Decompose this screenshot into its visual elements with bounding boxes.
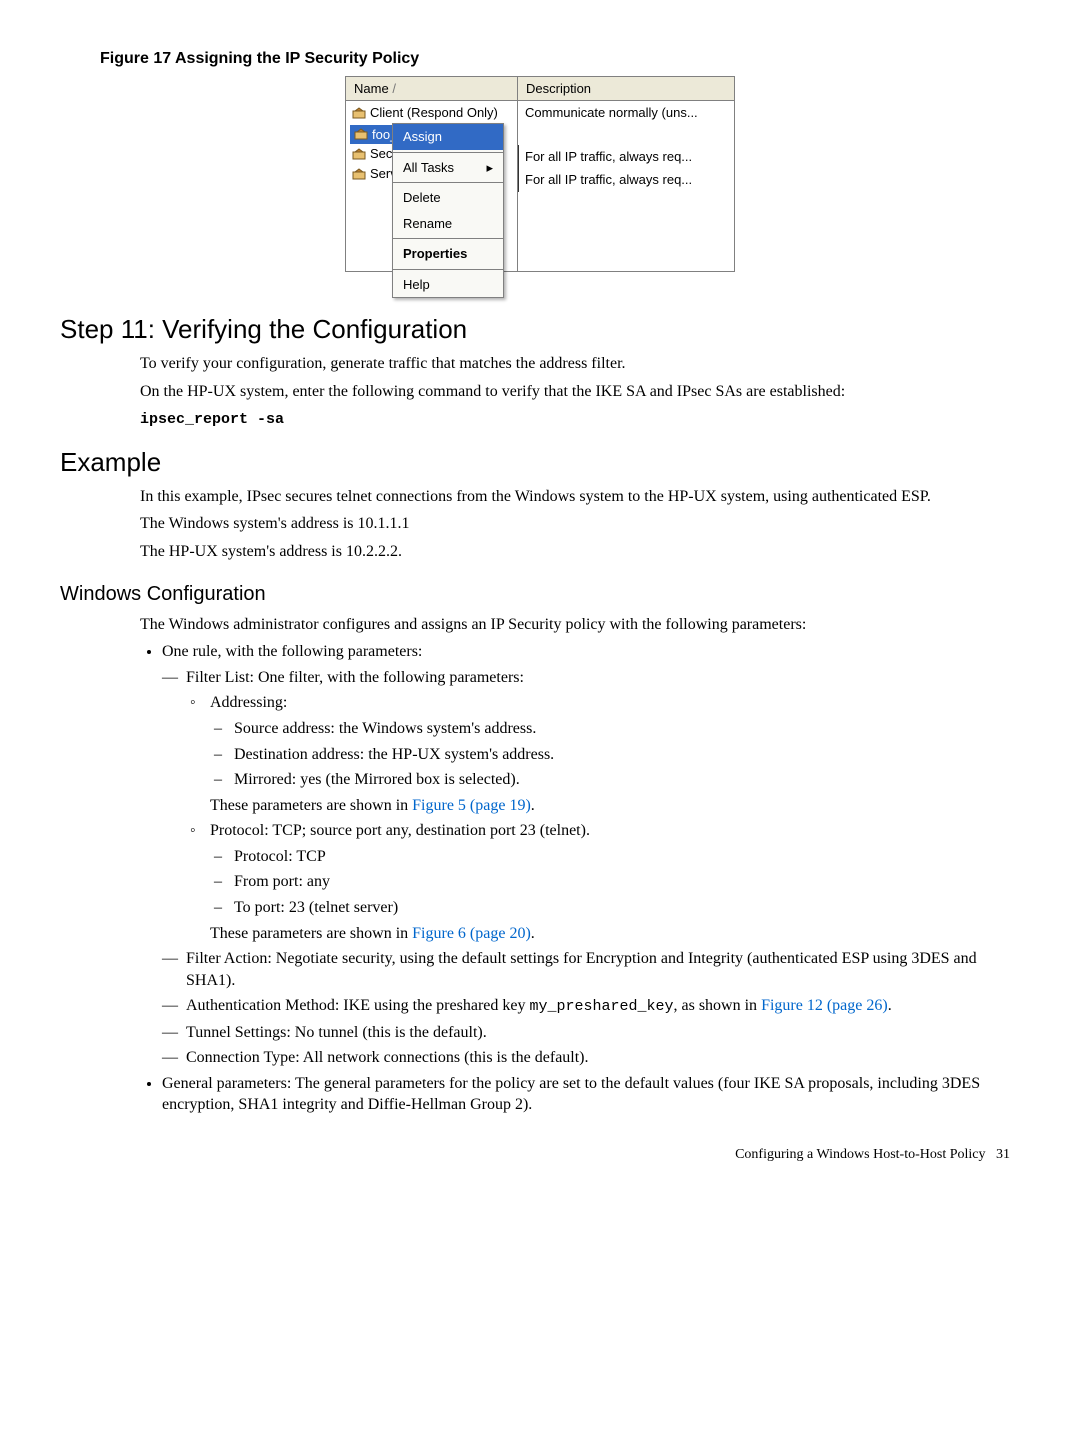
page-number: 31 bbox=[996, 1147, 1010, 1162]
menu-label: All Tasks bbox=[403, 160, 454, 175]
menu-item-all-tasks[interactable]: All Tasks ▸ bbox=[393, 155, 503, 181]
list-item: Protocol: TCP; source port any, destinat… bbox=[210, 820, 1000, 944]
text: . bbox=[531, 797, 535, 814]
column-header-description[interactable]: Description bbox=[518, 76, 735, 101]
list-item: Addressing: Source address: the Windows … bbox=[210, 692, 1000, 816]
menu-item-properties[interactable]: Properties bbox=[393, 241, 503, 267]
menu-separator bbox=[393, 182, 503, 183]
figure-link-6[interactable]: Figure 6 (page 20) bbox=[412, 925, 531, 942]
list-item: Filter List: One filter, with the follow… bbox=[186, 667, 1000, 945]
paragraph: The Windows system's address is 10.1.1.1 bbox=[140, 513, 1000, 535]
policy-icon bbox=[352, 148, 366, 160]
menu-item-assign[interactable]: Assign bbox=[393, 124, 503, 150]
figure-link-12[interactable]: Figure 12 (page 26) bbox=[761, 997, 888, 1014]
list-item: Authentication Method: IKE using the pre… bbox=[186, 995, 1000, 1017]
policy-row-client[interactable]: Client (Respond Only) bbox=[346, 101, 517, 125]
policy-icon bbox=[352, 168, 366, 180]
footer-text: Configuring a Windows Host-to-Host Polic… bbox=[735, 1147, 985, 1162]
list-item: Source address: the Windows system's add… bbox=[234, 718, 1000, 740]
list-item: Connection Type: All network connections… bbox=[186, 1047, 1000, 1069]
text: Authentication Method: IKE using the pre… bbox=[186, 997, 529, 1014]
sort-indicator: / bbox=[392, 81, 396, 96]
paragraph: The HP-UX system's address is 10.2.2.2. bbox=[140, 541, 1000, 563]
text: These parameters are shown in bbox=[210, 925, 412, 942]
list-item: From port: any bbox=[234, 871, 1000, 893]
list-item: One rule, with the following parameters:… bbox=[162, 641, 1000, 1069]
menu-item-delete[interactable]: Delete bbox=[393, 185, 503, 211]
column-header-name-text: Name bbox=[354, 81, 389, 96]
policy-icon bbox=[352, 107, 366, 119]
paragraph: These parameters are shown in Figure 6 (… bbox=[210, 923, 1000, 945]
list-item: To port: 23 (telnet server) bbox=[234, 897, 1000, 919]
list-text: Addressing: bbox=[210, 694, 287, 711]
list-item: Mirrored: yes (the Mirrored box is selec… bbox=[234, 769, 1000, 791]
menu-item-rename[interactable]: Rename bbox=[393, 211, 503, 237]
list-item: Protocol: TCP bbox=[234, 846, 1000, 868]
text: , as shown in bbox=[674, 997, 762, 1014]
code-inline: my_preshared_key bbox=[529, 998, 673, 1015]
column-header-name[interactable]: Name / bbox=[346, 76, 518, 101]
list-item: Filter Action: Negotiate security, using… bbox=[186, 948, 1000, 991]
submenu-arrow-icon: ▸ bbox=[486, 159, 493, 177]
menu-item-help[interactable]: Help bbox=[393, 272, 503, 298]
list-item: Tunnel Settings: No tunnel (this is the … bbox=[186, 1022, 1000, 1044]
context-menu: Assign All Tasks ▸ Delete Rename Propert… bbox=[392, 123, 504, 298]
policy-list-table: Name / Description Client (Respond Only) bbox=[345, 76, 735, 273]
description-secure: For all IP traffic, always req... bbox=[518, 145, 734, 169]
list-text: Filter List: One filter, with the follow… bbox=[186, 669, 524, 686]
list-text: Protocol: TCP; source port any, destinat… bbox=[210, 822, 590, 839]
heading-step-11: Step 11: Verifying the Configuration bbox=[60, 312, 1020, 347]
description-client: Communicate normally (uns... bbox=[518, 101, 734, 125]
text: . bbox=[888, 997, 892, 1014]
list-item: General parameters: The general paramete… bbox=[162, 1073, 1000, 1116]
paragraph: On the HP-UX system, enter the following… bbox=[140, 381, 1000, 403]
figure-link-5[interactable]: Figure 5 (page 19) bbox=[412, 797, 531, 814]
figure-17-image: Name / Description Client (Respond Only) bbox=[60, 76, 1020, 273]
page-footer: Configuring a Windows Host-to-Host Polic… bbox=[60, 1146, 1020, 1165]
paragraph: These parameters are shown in Figure 5 (… bbox=[210, 795, 1000, 817]
list-item: Destination address: the HP-UX system's … bbox=[234, 744, 1000, 766]
paragraph: The Windows administrator configures and… bbox=[140, 614, 1000, 636]
figure-caption: Figure 17 Assigning the IP Security Poli… bbox=[100, 48, 1020, 70]
policy-icon bbox=[354, 128, 368, 140]
list-text: One rule, with the following parameters: bbox=[162, 643, 422, 660]
command-text: ipsec_report -sa bbox=[140, 411, 284, 428]
menu-separator bbox=[393, 152, 503, 153]
menu-separator bbox=[393, 269, 503, 270]
policy-label: Client (Respond Only) bbox=[370, 104, 498, 122]
text: . bbox=[531, 925, 535, 942]
paragraph: To verify your configuration, generate t… bbox=[140, 353, 1000, 375]
heading-example: Example bbox=[60, 445, 1020, 480]
paragraph: In this example, IPsec secures telnet co… bbox=[140, 486, 1000, 508]
heading-windows-configuration: Windows Configuration bbox=[60, 581, 1020, 608]
description-server: For all IP traffic, always req... bbox=[518, 168, 734, 192]
menu-separator bbox=[393, 238, 503, 239]
text: These parameters are shown in bbox=[210, 797, 412, 814]
